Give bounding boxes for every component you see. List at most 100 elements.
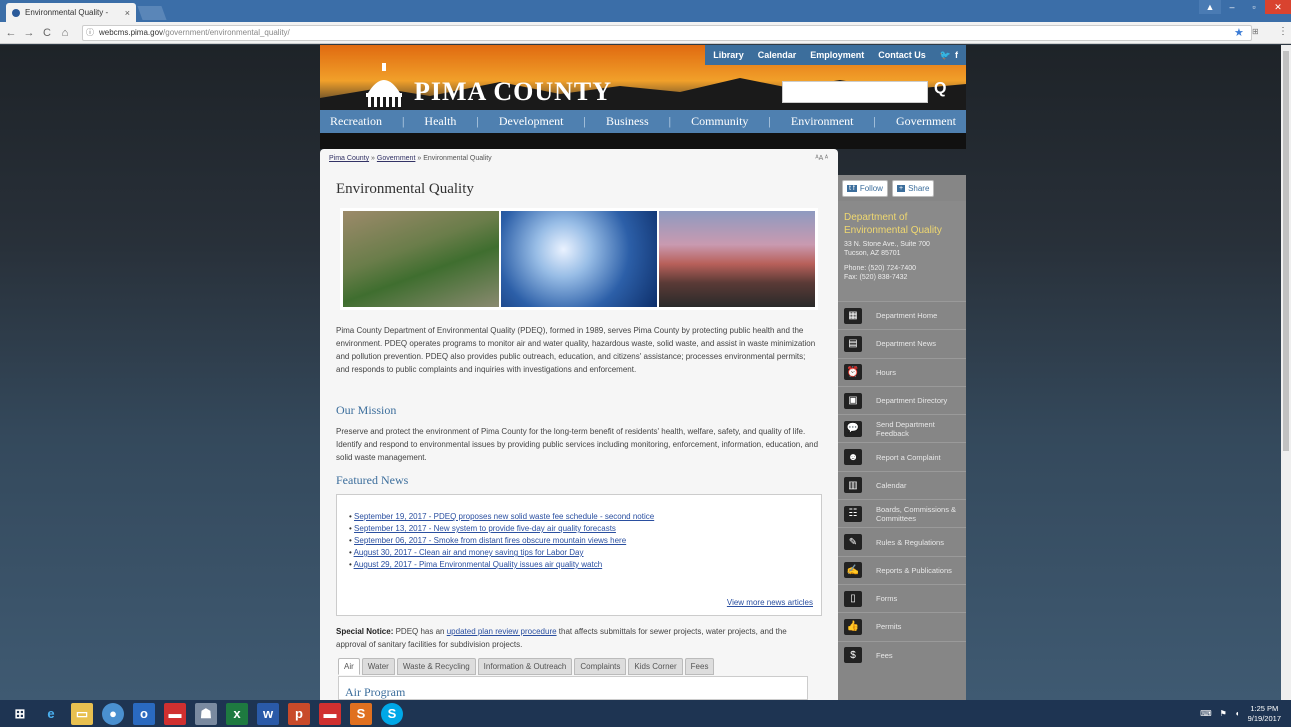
info-icon[interactable]: ⓘ <box>86 26 94 40</box>
scrollbar-thumb[interactable] <box>1283 51 1289 451</box>
nav-community[interactable]: Community <box>691 114 748 129</box>
tab-information-outreach[interactable]: Information & Outreach <box>477 658 573 675</box>
sidebar-item-boards[interactable]: ☷ Boards, Commissions & Committees <box>838 499 966 527</box>
intro-paragraph: Pima County Department of Environmental … <box>336 326 816 374</box>
tab-fees[interactable]: Fees <box>684 658 715 675</box>
tab-kids-corner[interactable]: Kids Corner <box>628 658 683 675</box>
sidebar-item-permits[interactable]: 👍 Permits <box>838 612 966 640</box>
extension-icon[interactable]: ⊞ <box>1252 27 1259 36</box>
nav-environment[interactable]: Environment <box>791 114 854 129</box>
sidebar-item-send-feedback[interactable]: 💬 Send Department Feedback <box>838 414 966 442</box>
minimize-button[interactable]: – <box>1221 0 1243 14</box>
internet-explorer-icon[interactable]: e <box>40 703 62 725</box>
keyboard-icon[interactable]: ⌨ <box>1200 709 1212 718</box>
employment-link[interactable]: Employment <box>810 50 864 60</box>
close-window-button[interactable]: ✕ <box>1265 0 1291 14</box>
tab-waste-recycling[interactable]: Waste & Recycling <box>396 658 476 675</box>
sidebar-item-fees[interactable]: $ Fees <box>838 640 966 669</box>
nav-recreation[interactable]: Recreation <box>330 114 382 129</box>
news-link[interactable]: September 13, 2017 - New system to provi… <box>354 524 616 533</box>
tab-air[interactable]: Air <box>338 658 360 675</box>
forward-button[interactable]: → <box>22 27 36 39</box>
sidebar-item-label: Boards, Commissions & Committees <box>876 504 957 523</box>
sidebar-item-forms[interactable]: ▯ Forms <box>838 583 966 612</box>
site-search-input[interactable] <box>782 81 928 103</box>
sidebar-item-department-home[interactable]: ▦ Department Home <box>838 301 966 329</box>
sidebar-item-label: Department News <box>876 339 937 349</box>
app-icon[interactable]: ☗ <box>195 702 217 725</box>
skype-icon[interactable]: S <box>381 702 403 725</box>
powerpoint-icon[interactable]: p <box>288 702 310 725</box>
follow-button[interactable]: t f Follow <box>842 180 888 197</box>
building-icon: ▦ <box>844 307 862 324</box>
chrome-icon[interactable]: ● <box>102 702 124 725</box>
home-button[interactable]: ⌂ <box>58 27 72 39</box>
sidebar-item-reports[interactable]: ✍ Reports & Publications <box>838 555 966 584</box>
sidebar-item-department-news[interactable]: ▤ Department News <box>838 329 966 357</box>
new-tab-button[interactable] <box>137 6 167 20</box>
sidebar-item-label: Reports & Publications <box>876 565 952 575</box>
text-size-control[interactable]: ᴬA ᴬ <box>815 155 828 162</box>
maximize-button[interactable]: ▫ <box>1243 0 1265 14</box>
department-name: Department of Environmental Quality <box>844 212 942 236</box>
sidebar-item-label: Rules & Regulations <box>876 537 944 547</box>
news-link[interactable]: August 29, 2017 - Pima Environmental Qua… <box>354 560 603 569</box>
app-icon[interactable]: S <box>350 702 372 725</box>
twitter-icon[interactable]: 🐦 <box>940 50 951 61</box>
file-explorer-icon[interactable]: ▭ <box>71 702 93 725</box>
more-news-link[interactable]: View more news articles <box>727 598 813 607</box>
sidebar-item-rules[interactable]: ✎ Rules & Regulations <box>838 527 966 555</box>
windows-start-icon[interactable]: ⊞ <box>9 703 31 725</box>
share-button[interactable]: + Share <box>891 180 935 197</box>
tab-water[interactable]: Water <box>361 658 395 675</box>
outlook-icon[interactable]: o <box>133 702 155 725</box>
app-icon[interactable]: ▬ <box>319 702 341 725</box>
sidebar-item-report-complaint[interactable]: ☻ Report a Complaint <box>838 442 966 470</box>
browser-menu-icon[interactable]: ⋮ <box>1278 26 1288 37</box>
nav-health[interactable]: Health <box>424 114 456 129</box>
twitter-facebook-icon: t f <box>847 185 857 192</box>
nav-business[interactable]: Business <box>606 114 649 129</box>
word-icon[interactable]: w <box>257 702 279 725</box>
url-field[interactable]: ⓘ webcms.pima.gov/government/environment… <box>82 25 1252 41</box>
breadcrumb-government[interactable]: Government <box>377 155 416 162</box>
tab-complaints[interactable]: Complaints <box>574 658 627 675</box>
excel-icon[interactable]: x <box>226 702 248 725</box>
news-link[interactable]: August 30, 2017 - Clean air and money sa… <box>354 548 584 557</box>
list-item: September 19, 2017 - PDEQ proposes new s… <box>349 511 654 523</box>
user-icon[interactable]: ▲ <box>1199 0 1221 14</box>
calendar-link[interactable]: Calendar <box>758 50 797 60</box>
library-link[interactable]: Library <box>713 50 744 60</box>
notice-link[interactable]: updated plan review procedure <box>447 627 557 636</box>
page-scrollbar[interactable] <box>1281 45 1291 700</box>
sidebar-item-calendar[interactable]: ▥ Calendar <box>838 470 966 499</box>
volume-icon[interactable]: ◖ <box>1235 709 1240 718</box>
tab-close-icon[interactable]: × <box>125 8 130 18</box>
browser-tab[interactable]: Environmental Quality - × <box>6 3 136 22</box>
bookmark-star-icon[interactable]: ★ <box>1234 26 1244 39</box>
speaker-person-icon: ☻ <box>844 449 862 466</box>
nav-government[interactable]: Government <box>896 114 956 129</box>
sidebar-item-department-directory[interactable]: ▣ Department Directory <box>838 385 966 414</box>
url-path: /government/environmental_quality/ <box>163 28 290 37</box>
search-icon[interactable]: Q <box>934 80 946 98</box>
site-title: PIMA COUNTY <box>414 77 613 106</box>
creek-photo <box>343 211 499 307</box>
breadcrumb-pima-county[interactable]: Pima County <box>329 155 369 162</box>
clock-date: 9/19/2017 <box>1247 713 1281 723</box>
share-icon: + <box>896 185 906 192</box>
sidebar-item-label: Permits <box>876 622 902 632</box>
news-link[interactable]: September 19, 2017 - PDEQ proposes new s… <box>354 512 654 521</box>
special-notice: Special Notice: PDEQ has an updated plan… <box>336 625 816 651</box>
network-icon[interactable]: ⚑ <box>1220 709 1227 718</box>
nav-development[interactable]: Development <box>499 114 564 129</box>
contact-us-link[interactable]: Contact Us <box>878 50 926 60</box>
news-link[interactable]: September 06, 2017 - Smoke from distant … <box>354 536 626 545</box>
sidebar-item-hours[interactable]: ⏰ Hours <box>838 357 966 386</box>
app-icon[interactable]: ▬ <box>164 702 186 725</box>
clock[interactable]: 1:25 PM 9/19/2017 <box>1248 704 1281 724</box>
site-logo[interactable]: PIMA COUNTY <box>362 63 612 109</box>
reload-button[interactable]: C <box>40 27 54 39</box>
back-button[interactable]: ← <box>4 27 18 39</box>
facebook-icon[interactable]: f <box>955 50 958 61</box>
